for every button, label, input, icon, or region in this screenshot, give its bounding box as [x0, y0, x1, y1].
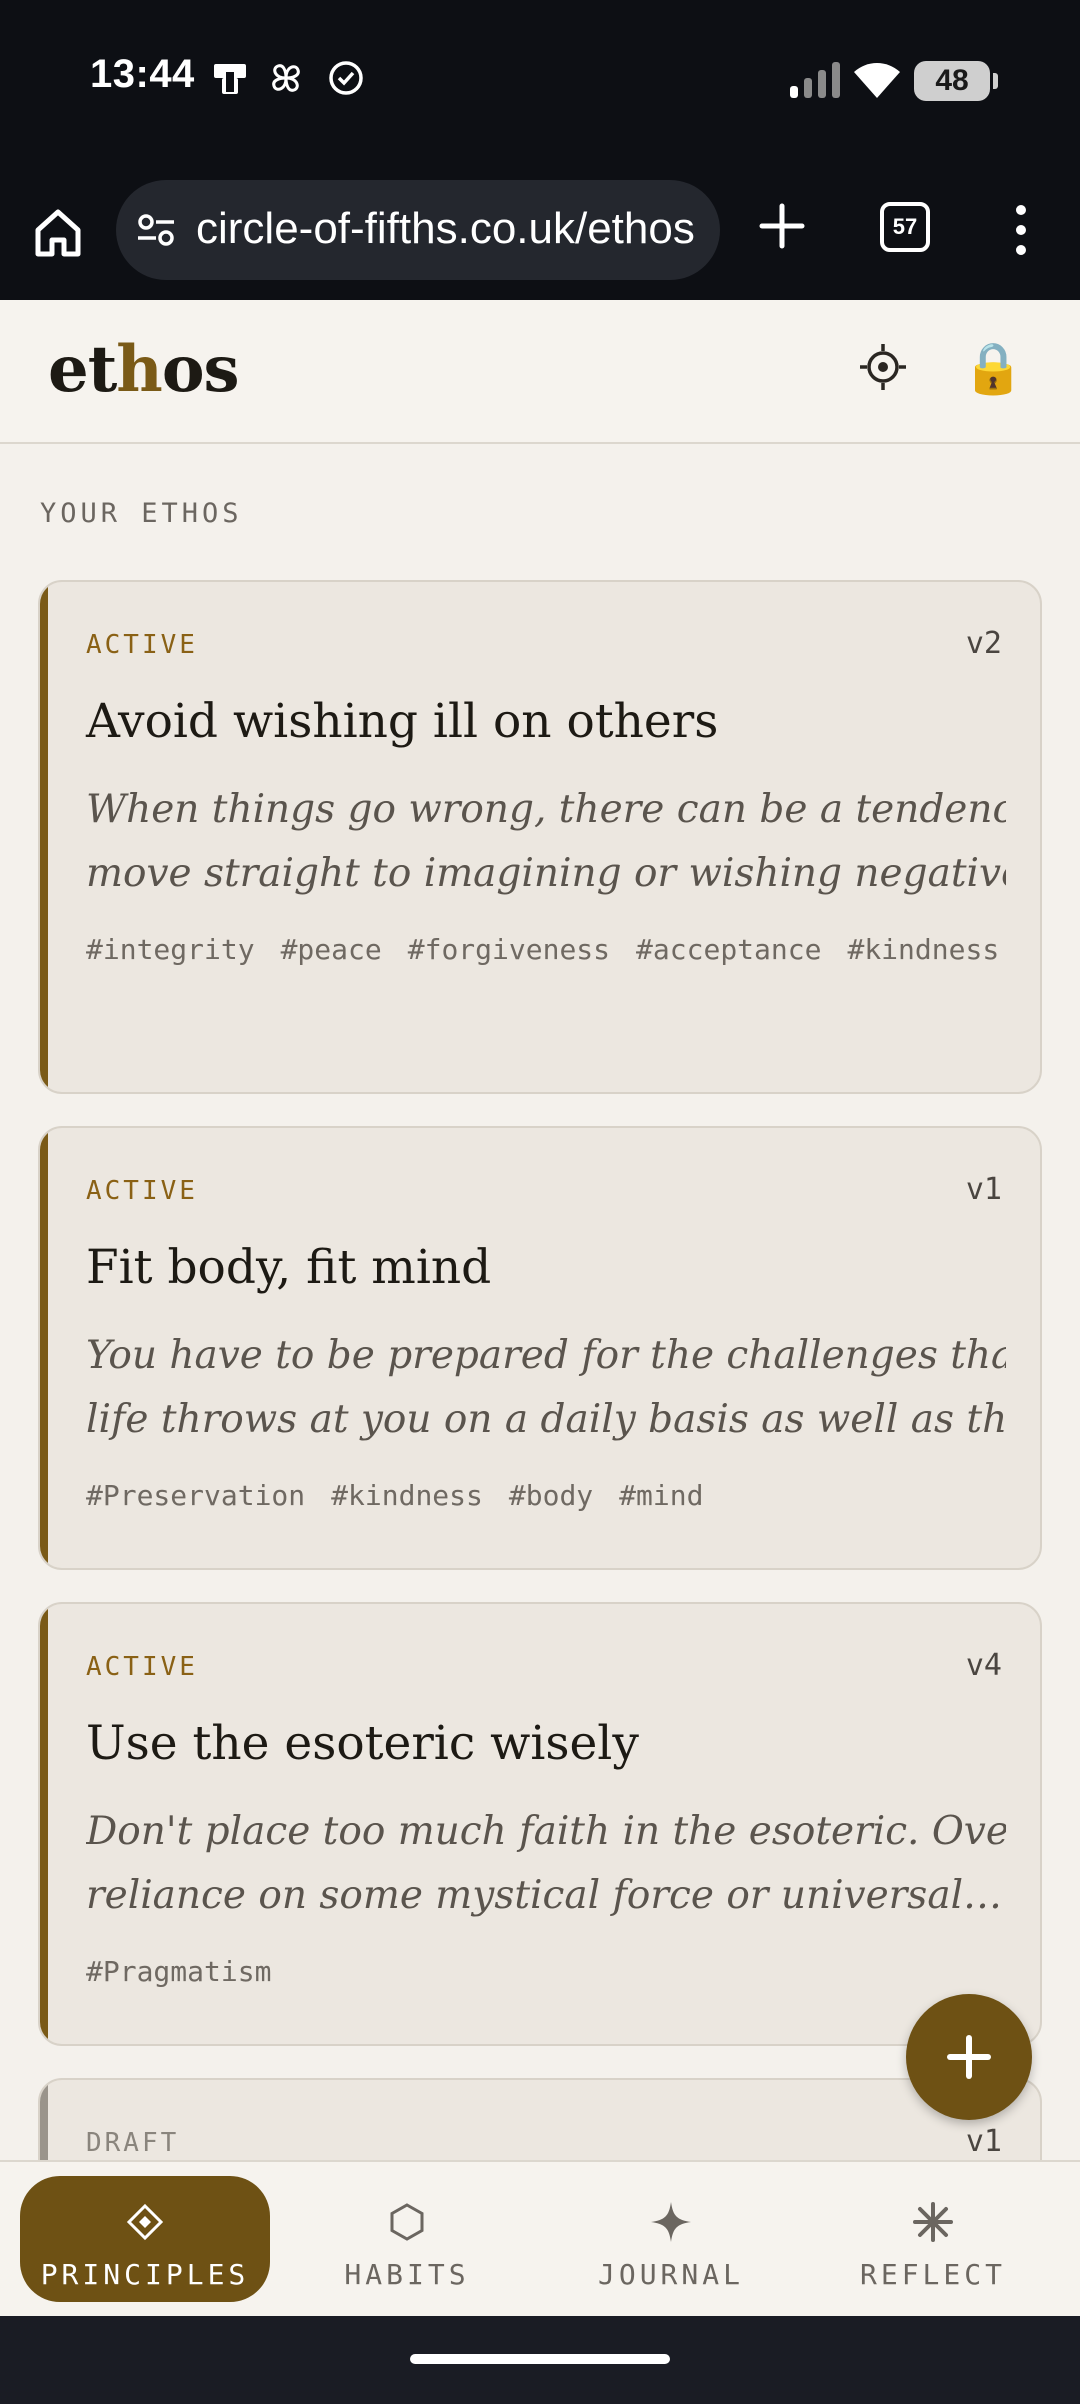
logo-text-start: et [48, 332, 117, 407]
signal-icon [790, 62, 840, 98]
card-description-line: move straight to imagining or wishing ne… [86, 851, 1006, 896]
tag[interactable]: #Pragmatism [86, 1956, 271, 1988]
card-description-line: Don't place too much faith in the esoter… [86, 1809, 1006, 1854]
sim-card-icon [214, 64, 246, 94]
card-title: Fit body, fit mind [86, 1240, 492, 1295]
site-settings-icon[interactable] [136, 210, 176, 250]
card-version: v2 [965, 626, 1002, 661]
card-status: DRAFT [86, 2128, 180, 2158]
home-icon[interactable] [30, 204, 86, 260]
status-time: 13:44 [90, 52, 195, 96]
nav-label: HABITS [344, 2258, 470, 2291]
status-bar: 13:44 48 [0, 0, 1080, 160]
tag[interactable]: #body [509, 1480, 593, 1512]
principle-card[interactable]: ACTIVE v1 Fit body, fit mind You have to… [38, 1126, 1042, 1570]
tag[interactable]: #forgiveness [408, 934, 610, 966]
tag[interactable]: #integrity [86, 934, 255, 966]
card-description-line: life throws at you on a daily basis as w… [86, 1397, 1006, 1442]
plus-icon [947, 2035, 991, 2079]
card-tags: #Preservation #kindness #body #mind [86, 1480, 1006, 1512]
card-version: v1 [965, 2124, 1002, 2159]
sparkle-icon [651, 2202, 691, 2242]
app-logo[interactable]: ethos [48, 332, 240, 407]
tag[interactable]: #peace [281, 934, 382, 966]
url-bar[interactable]: circle-of-fifths.co.uk/ethos [116, 180, 720, 280]
principle-card[interactable]: ACTIVE v2 Avoid wishing ill on others Wh… [38, 580, 1042, 1094]
card-version: v4 [965, 1648, 1002, 1683]
card-tags: #integrity #peace #forgiveness #acceptan… [86, 934, 1006, 966]
wifi-icon [854, 63, 900, 98]
logo-text-accent: h [116, 332, 163, 407]
system-nav-bar [0, 2316, 1080, 2404]
nav-label: REFLECT [859, 2258, 1006, 2291]
nav-reflect[interactable]: REFLECT [808, 2176, 1058, 2302]
tag[interactable]: #mind [619, 1480, 703, 1512]
logo-text-end: os [161, 332, 240, 407]
browser-toolbar: circle-of-fifths.co.uk/ethos 57 [0, 160, 1080, 300]
card-description-line: reliance on some mystical force or unive… [86, 1873, 1003, 1918]
nav-principles[interactable]: PRINCIPLES [20, 2176, 270, 2302]
battery-indicator: 48 [914, 61, 998, 101]
nav-journal[interactable]: JOURNAL [546, 2176, 796, 2302]
card-description: When things go wrong, there can be a ten… [86, 778, 1006, 906]
hexagon-icon [390, 2203, 424, 2241]
principle-card[interactable]: ACTIVE v4 Use the esoteric wisely Don't … [38, 1602, 1042, 2046]
tag[interactable]: #kindness [847, 934, 999, 966]
nav-label: PRINCIPLES [40, 2258, 250, 2291]
card-description: You have to be prepared for the challeng… [86, 1324, 1006, 1452]
more-menu-icon[interactable] [1008, 200, 1034, 260]
app-header: ethos 🔒 [0, 300, 1080, 444]
card-title: Use the esoteric wisely [86, 1716, 639, 1771]
tab-switcher-button[interactable]: 57 [880, 202, 930, 252]
add-principle-button[interactable] [906, 1994, 1032, 2120]
card-title: Avoid wishing ill on others [86, 694, 719, 749]
nav-label: JOURNAL [597, 2258, 744, 2291]
bottom-nav: PRINCIPLES HABITS JOURNAL REFLECT [0, 2160, 1080, 2316]
card-status: ACTIVE [86, 1176, 198, 1206]
card-description: Don't place too much faith in the esoter… [86, 1800, 1006, 1928]
card-status: ACTIVE [86, 630, 198, 660]
tag[interactable]: #kindness [331, 1480, 483, 1512]
tag[interactable]: #acceptance [636, 934, 821, 966]
card-description-line: When things go wrong, there can be a ten… [86, 787, 1006, 832]
pinwheel-icon [272, 64, 300, 92]
url-text[interactable]: circle-of-fifths.co.uk/ethos [196, 204, 695, 254]
section-label: YOUR ETHOS [40, 498, 243, 529]
check-circle-icon [329, 61, 363, 95]
card-version: v1 [965, 1172, 1002, 1207]
theme-toggle-icon[interactable] [858, 342, 908, 392]
card-description-line: You have to be prepared for the challeng… [86, 1333, 1006, 1378]
tag[interactable]: #Preservation [86, 1480, 305, 1512]
card-tags: #Pragmatism [86, 1956, 1006, 1988]
gesture-handle[interactable] [410, 2354, 670, 2364]
new-tab-icon[interactable] [756, 200, 808, 252]
nav-habits[interactable]: HABITS [282, 2176, 532, 2302]
asterisk-icon [913, 2202, 953, 2242]
lock-icon[interactable]: 🔒 [962, 338, 1024, 398]
diamond-icon [126, 2203, 164, 2241]
card-status: ACTIVE [86, 1652, 198, 1682]
